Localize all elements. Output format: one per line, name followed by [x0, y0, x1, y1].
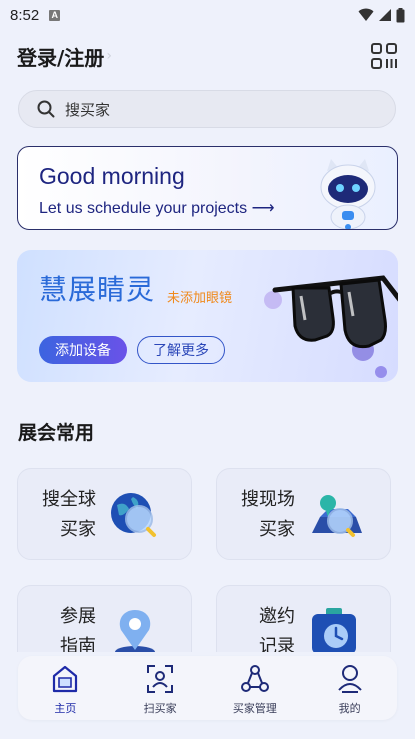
tile-search-onsite-buyers[interactable]: 搜现场 买家: [216, 468, 391, 560]
battery-icon: [396, 7, 405, 22]
signal-icon: [379, 9, 391, 21]
smart-glasses-card[interactable]: 慧展睛灵 未添加眼镜 添加设备 了解更多: [17, 250, 398, 382]
notification-icon: A: [49, 9, 61, 21]
glasses-title: 慧展睛灵: [39, 273, 156, 306]
glasses-status: 未添加眼镜: [167, 291, 233, 306]
map-pin-icon: [115, 610, 155, 652]
search-icon: [37, 100, 55, 118]
app-header: 登录/注册 ›: [0, 30, 415, 82]
venue-search-icon: [312, 495, 362, 537]
home-content[interactable]: 搜买家 Good morning Let us schedule your pr…: [0, 82, 415, 652]
tab-buyer-management[interactable]: 买家管理: [208, 656, 303, 720]
tile-exhibition-guide[interactable]: 参展 指南: [17, 585, 192, 652]
scan-grid-icon[interactable]: [370, 42, 398, 70]
robot-mascot-icon: [320, 159, 376, 229]
tab-label: 主页: [54, 702, 77, 715]
tab-home[interactable]: 主页: [18, 656, 113, 720]
home-icon: [53, 665, 78, 693]
section-title: 展会常用: [18, 422, 95, 444]
status-icons: [358, 7, 405, 23]
search-bar[interactable]: 搜买家: [18, 90, 396, 128]
tab-profile[interactable]: 我的: [302, 656, 397, 720]
tile-label: 搜全球 买家: [42, 489, 96, 540]
user-icon: [337, 665, 362, 693]
tile-label: 搜现场 买家: [241, 489, 295, 540]
tab-label: 我的: [338, 702, 361, 715]
tab-label: 买家管理: [232, 702, 277, 715]
globe-search-icon: [111, 493, 156, 537]
search-placeholder: 搜买家: [65, 100, 111, 119]
login-register-link[interactable]: 登录/注册: [17, 42, 104, 71]
greeting-subtitle: Let us schedule your projects ⟶: [39, 198, 275, 218]
scan-icon: [147, 665, 174, 693]
tab-scan-buyer[interactable]: 扫买家: [113, 656, 208, 720]
tab-label: 扫买家: [143, 702, 177, 715]
tile-search-global-buyers[interactable]: 搜全球 买家: [17, 468, 192, 560]
greeting-subtitle-text: Let us schedule your projects: [39, 200, 248, 217]
greeting-card[interactable]: Good morning Let us schedule your projec…: [17, 146, 398, 230]
arrow-right-icon: ⟶: [251, 200, 275, 217]
smart-glasses-icon: [264, 275, 398, 378]
greeting-title: Good morning: [39, 163, 185, 189]
learn-more-button[interactable]: 了解更多: [137, 336, 225, 364]
chevron-right-icon: ›: [106, 48, 112, 64]
tile-invitation-records[interactable]: 邀约 记录: [216, 585, 391, 652]
status-bar: 8:52 A: [0, 0, 415, 30]
status-time: 8:52: [10, 6, 40, 24]
network-icon: [240, 665, 269, 692]
tile-label: 邀约 记录: [259, 606, 295, 652]
add-device-button[interactable]: 添加设备: [39, 336, 127, 364]
wifi-icon: [358, 8, 374, 21]
tile-label: 参展 指南: [60, 606, 96, 652]
bottom-nav: 主页 扫买家 买家管理 我的: [18, 656, 397, 720]
clock-bag-icon: [312, 608, 356, 652]
